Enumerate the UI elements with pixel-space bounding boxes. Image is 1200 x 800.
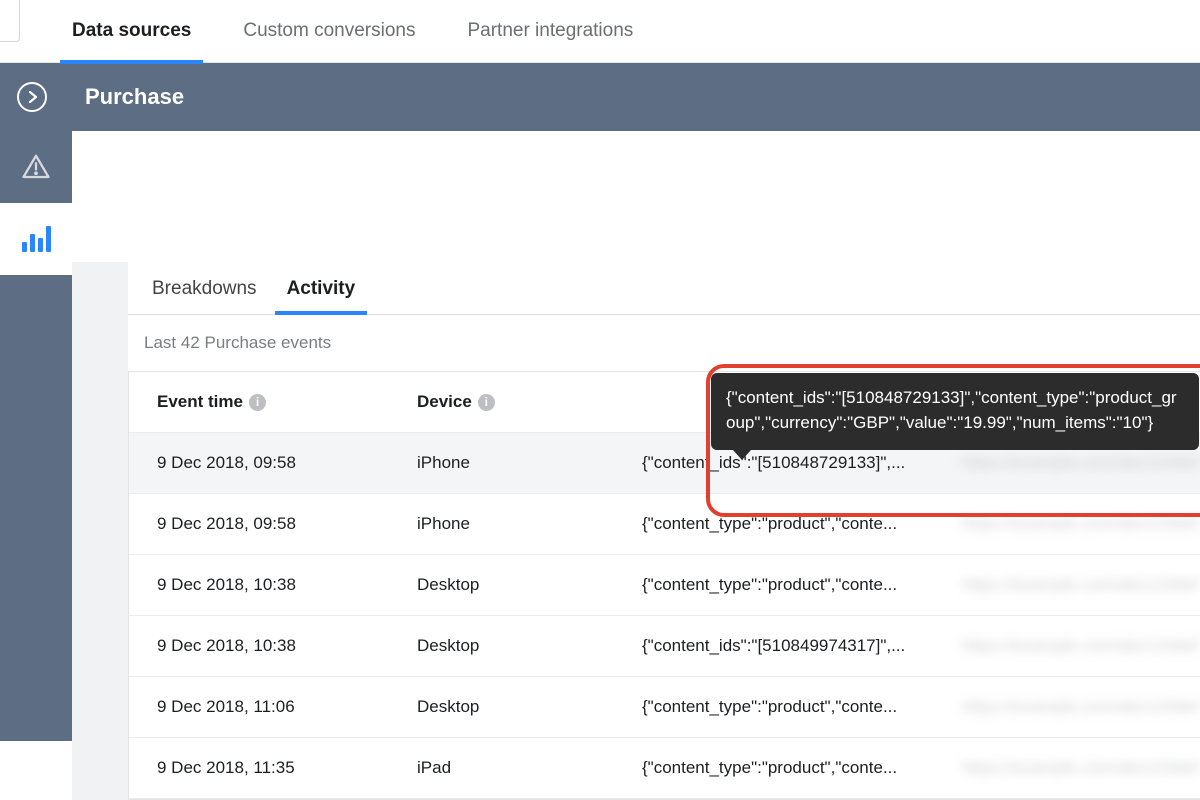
cell-event-time: 9 Dec 2018, 10:38: [157, 575, 417, 595]
events-summary: Last 42 Purchase events: [128, 315, 1200, 371]
cell-url: https://example.com/abc123def: [962, 758, 1200, 778]
table-header-row: Event time i Device i: [129, 372, 1200, 433]
cell-json: {"content_ids":"[510849974317]",...: [642, 636, 962, 656]
cell-device: iPhone: [417, 453, 642, 473]
cell-json: {"content_type":"product","conte...: [642, 575, 962, 595]
main-panel: Breakdowns Activity Last 42 Purchase eve…: [72, 262, 1200, 800]
info-icon[interactable]: i: [249, 394, 266, 411]
page-subheader: Purchase: [0, 63, 1200, 131]
col-event-time-label: Event time: [157, 392, 243, 412]
table-row[interactable]: 9 Dec 2018, 09:58 iPhone {"content_ids":…: [129, 433, 1200, 494]
cell-url: https://example.com/abc123def: [962, 575, 1200, 595]
table-row[interactable]: 9 Dec 2018, 10:38 Desktop {"content_type…: [129, 555, 1200, 616]
cell-json: {"content_ids":"[510848729133]",...: [642, 453, 962, 473]
cell-event-time: 9 Dec 2018, 11:06: [157, 697, 417, 717]
cell-device: Desktop: [417, 636, 642, 656]
inner-tabs: Breakdowns Activity: [128, 262, 1200, 315]
cell-device: iPhone: [417, 514, 642, 534]
cell-event-time: 9 Dec 2018, 09:58: [157, 453, 417, 473]
tab-custom-conversions[interactable]: Custom conversions: [241, 0, 417, 63]
table-row[interactable]: 9 Dec 2018, 09:58 iPhone {"content_type"…: [129, 494, 1200, 555]
left-rail: [0, 131, 72, 741]
col-device: Device i: [417, 392, 642, 412]
col-event-time: Event time i: [157, 392, 417, 412]
cell-event-time: 9 Dec 2018, 10:38: [157, 636, 417, 656]
table-row[interactable]: 9 Dec 2018, 11:06 Desktop {"content_type…: [129, 677, 1200, 738]
table-row[interactable]: 9 Dec 2018, 10:38 Desktop {"content_ids"…: [129, 616, 1200, 677]
top-tabs: Data sources Custom conversions Partner …: [0, 0, 1200, 63]
cell-event-time: 9 Dec 2018, 11:35: [157, 758, 417, 778]
table-row[interactable]: 9 Dec 2018, 11:35 iPad {"content_type":"…: [129, 738, 1200, 799]
collapsed-panel-edge: [0, 0, 20, 42]
tab-activity[interactable]: Activity: [275, 262, 368, 314]
cell-json: {"content_type":"product","conte...: [642, 514, 962, 534]
cell-url: https://example.com/abc123def: [962, 636, 1200, 656]
cell-json: {"content_type":"product","conte...: [642, 758, 962, 778]
cell-device: Desktop: [417, 575, 642, 595]
tab-breakdowns[interactable]: Breakdowns: [140, 262, 269, 314]
col-device-label: Device: [417, 392, 472, 412]
events-table: Event time i Device i 9 Dec 2018, 09:58 …: [128, 371, 1200, 800]
cell-url: https://example.com/abc123def: [962, 514, 1200, 534]
cell-device: Desktop: [417, 697, 642, 717]
rail-item-diagnostics[interactable]: [0, 131, 72, 203]
cell-event-time: 9 Dec 2018, 09:58: [157, 514, 417, 534]
cell-device: iPad: [417, 758, 642, 778]
tab-data-sources[interactable]: Data sources: [70, 0, 193, 63]
cell-url: https://example.com/abc123def: [962, 697, 1200, 717]
tab-partner-integrations[interactable]: Partner integrations: [465, 0, 635, 63]
info-icon[interactable]: i: [478, 394, 495, 411]
back-chevron-icon[interactable]: [17, 82, 47, 112]
cell-json: {"content_type":"product","conte...: [642, 697, 962, 717]
page-title: Purchase: [85, 84, 184, 110]
cell-url: https://example.com/abc123def: [962, 453, 1200, 473]
bar-chart-icon: [22, 226, 51, 252]
rail-item-analytics[interactable]: [0, 203, 72, 275]
